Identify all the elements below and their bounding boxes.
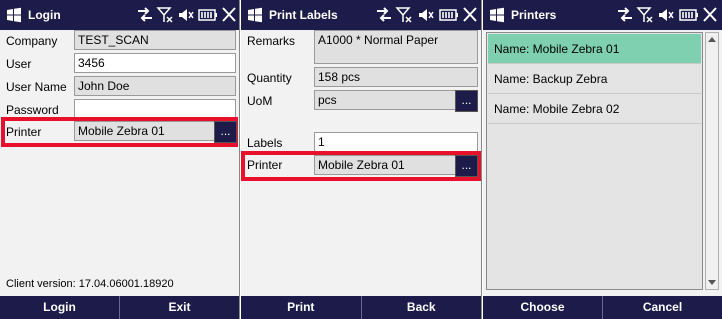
choose-button[interactable]: Choose (483, 296, 602, 319)
printer-field: Mobile Zebra 01 (74, 121, 215, 141)
printers-screen: Printers Name: Mobile Zebra 01 Name: Bac… (483, 0, 722, 319)
battery-icon[interactable] (198, 5, 218, 25)
page-title: Login (28, 8, 61, 22)
page-title: Printers (511, 8, 557, 22)
print-labels-screen: Print Labels Remarks A1000 * Normal Pape… (241, 0, 482, 319)
remarks-label: Remarks (247, 34, 296, 48)
list-item-printer[interactable]: Name: Mobile Zebra 01 (488, 34, 701, 64)
close-icon[interactable] (462, 5, 478, 25)
back-button[interactable]: Back (360, 296, 482, 319)
volume-muted-icon[interactable] (656, 5, 674, 25)
user-field[interactable]: 3456 (74, 53, 236, 73)
labels-count-field[interactable]: 1 (314, 132, 478, 152)
printer-browse-button[interactable]: ... (214, 121, 237, 143)
password-label: Password (6, 103, 59, 117)
battery-icon[interactable] (679, 5, 699, 25)
printers-list: Name: Mobile Zebra 01 Name: Backup Zebra… (486, 32, 703, 290)
softkey-bar: Choose Cancel (483, 296, 722, 319)
login-button[interactable]: Login (0, 296, 119, 319)
title-bar: Print Labels (241, 0, 481, 30)
softkey-bar: Login Exit (0, 296, 239, 319)
title-bar: Login (0, 0, 239, 30)
remarks-field: A1000 * Normal Paper (314, 30, 478, 64)
title-bar: Printers (483, 0, 722, 30)
user-name-label: User Name (6, 80, 67, 94)
scroll-down-icon[interactable] (708, 280, 716, 285)
no-signal-icon[interactable] (395, 5, 413, 25)
connectivity-icon[interactable] (375, 5, 393, 25)
list-scrollbar[interactable] (705, 32, 719, 290)
connectivity-icon[interactable] (136, 5, 154, 25)
cancel-button[interactable]: Cancel (602, 296, 722, 319)
volume-muted-icon[interactable] (176, 5, 194, 25)
no-signal-icon[interactable] (156, 5, 174, 25)
softkey-bar: Print Back (241, 296, 481, 319)
battery-icon[interactable] (439, 5, 459, 25)
login-screen: Login Company TEST_SCAN User 3456 User N… (0, 0, 240, 319)
scroll-up-icon[interactable] (708, 37, 716, 42)
windows-logo-icon[interactable] (489, 7, 505, 23)
connectivity-icon[interactable] (616, 5, 634, 25)
quantity-label: Quantity (247, 71, 292, 85)
quantity-field: 158 pcs (314, 67, 478, 87)
list-item-printer[interactable]: Name: Backup Zebra (488, 64, 701, 94)
company-label: Company (6, 34, 58, 48)
uom-field: pcs (314, 90, 456, 110)
page-title: Print Labels (269, 8, 338, 22)
close-icon[interactable] (702, 5, 718, 25)
windows-logo-icon[interactable] (247, 7, 263, 23)
no-signal-icon[interactable] (636, 5, 654, 25)
close-icon[interactable] (221, 5, 237, 25)
list-item-printer[interactable]: Name: Mobile Zebra 02 (488, 94, 701, 124)
user-name-field: John Doe (74, 76, 236, 96)
labels-label: Labels (247, 136, 283, 150)
printer-field: Mobile Zebra 01 (314, 155, 456, 175)
windows-logo-icon[interactable] (6, 7, 22, 23)
printer-label: Printer (6, 125, 42, 139)
password-field[interactable] (74, 99, 236, 119)
print-button[interactable]: Print (241, 296, 361, 319)
printer-browse-button[interactable]: ... (455, 155, 478, 177)
user-label: User (6, 57, 32, 71)
uom-label: UoM (247, 94, 273, 108)
exit-button[interactable]: Exit (119, 296, 239, 319)
company-field: TEST_SCAN (74, 30, 236, 50)
client-version: Client version: 17.04.06001.18920 (6, 278, 174, 290)
volume-muted-icon[interactable] (416, 5, 434, 25)
printer-label: Printer (247, 158, 283, 172)
uom-browse-button[interactable]: ... (455, 90, 478, 112)
